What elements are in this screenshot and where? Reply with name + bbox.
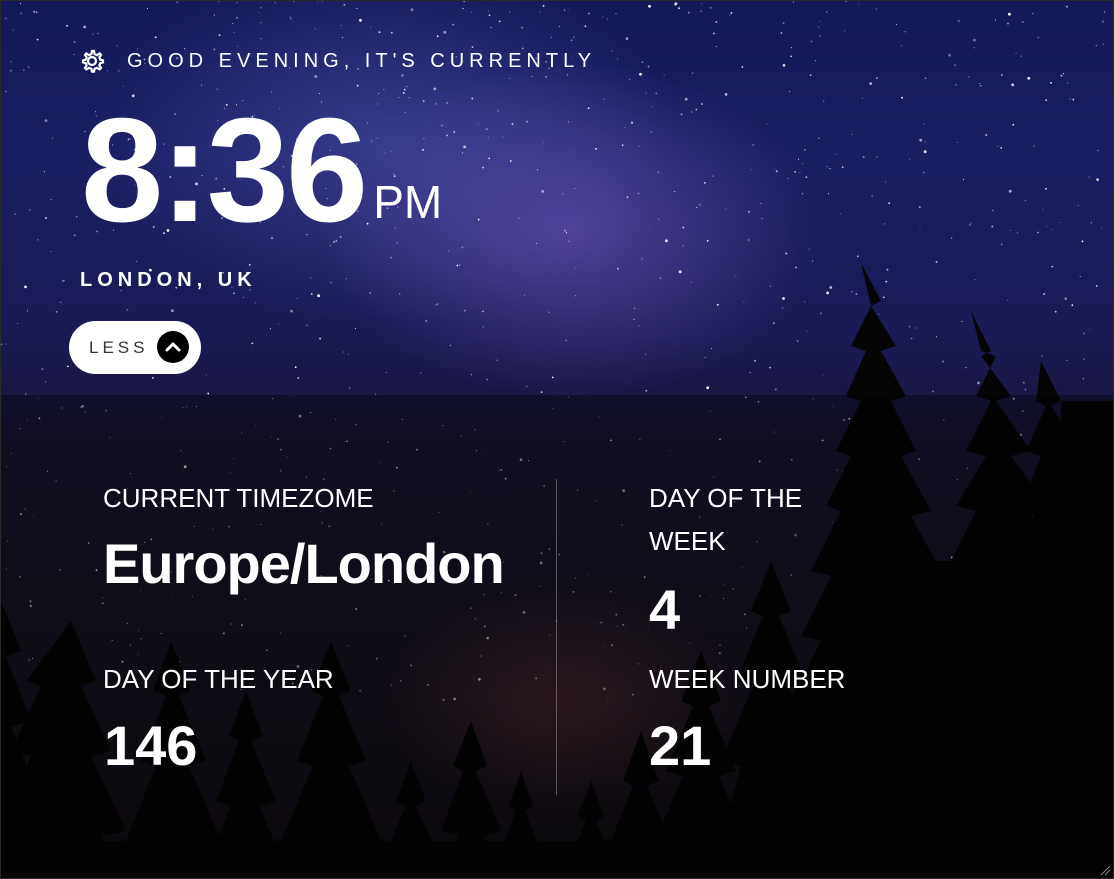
timezone-value: Europe/London [103,532,505,595]
column-divider [556,479,557,795]
clock-page: GOOD EVENING, IT'S CURRENTLY 8:36 PM LON… [0,0,1114,879]
current-time: 8:36 [81,88,368,253]
time-period: PM [373,176,443,228]
greeting-row: GOOD EVENING, IT'S CURRENTLY [79,48,596,74]
week-number-label: WEEK NUMBER [649,664,846,694]
less-button[interactable]: LESS [69,321,201,374]
timezone-label: CURRENT TIMEZOME [103,483,374,513]
resize-grip-icon[interactable] [1099,864,1111,876]
clock-display: 8:36 PM [81,97,442,245]
day-of-year-value: 146 [104,714,198,777]
location-label: LONDON, UK [80,269,257,291]
week-number-value: 21 [649,714,712,777]
greeting-text: GOOD EVENING, IT'S CURRENTLY [127,49,597,72]
chevron-up-icon [157,331,189,363]
less-button-label: LESS [89,337,149,357]
day-of-week-label: DAY OF THE WEEK [649,483,803,556]
day-of-week-value: 4 [649,578,681,641]
day-of-year-label: DAY OF THE YEAR [103,664,334,694]
info-panel-shade [1,395,1113,878]
gear-icon[interactable] [79,48,105,74]
